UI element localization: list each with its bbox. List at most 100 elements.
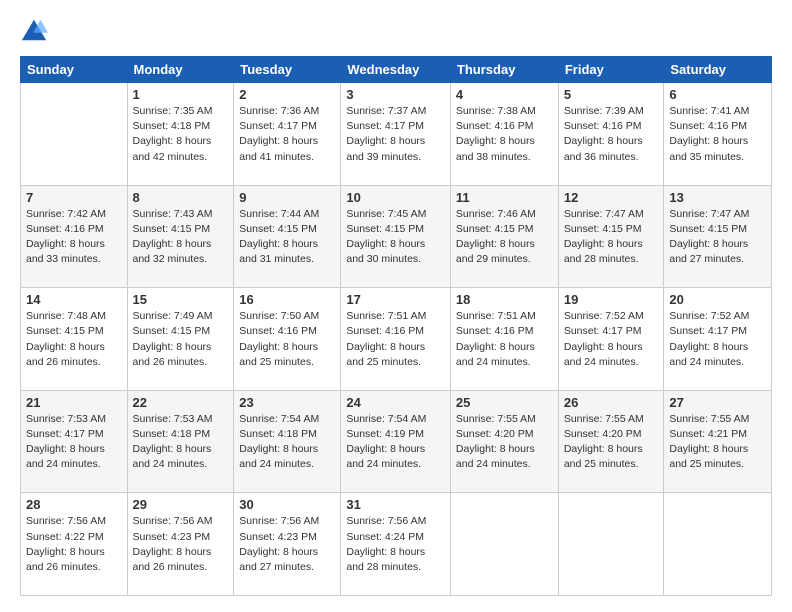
calendar-cell: 8 Sunrise: 7:43 AM Sunset: 4:15 PM Daylig… xyxy=(127,185,234,288)
calendar-week-row: 7 Sunrise: 7:42 AM Sunset: 4:16 PM Daylig… xyxy=(21,185,772,288)
calendar-week-row: 21 Sunrise: 7:53 AM Sunset: 4:17 PM Dayli… xyxy=(21,390,772,493)
weekday-header-sunday: Sunday xyxy=(21,57,128,83)
page: SundayMondayTuesdayWednesdayThursdayFrid… xyxy=(0,0,792,612)
day-number: 6 xyxy=(669,87,766,102)
calendar-cell: 2 Sunrise: 7:36 AM Sunset: 4:17 PM Daylig… xyxy=(234,83,341,186)
day-number: 12 xyxy=(564,190,659,205)
day-info: Sunrise: 7:46 AM Sunset: 4:15 PM Dayligh… xyxy=(456,207,553,268)
weekday-header-thursday: Thursday xyxy=(450,57,558,83)
calendar-cell: 19 Sunrise: 7:52 AM Sunset: 4:17 PM Dayli… xyxy=(558,288,664,391)
day-number: 9 xyxy=(239,190,335,205)
calendar-cell: 23 Sunrise: 7:54 AM Sunset: 4:18 PM Dayli… xyxy=(234,390,341,493)
day-number: 16 xyxy=(239,292,335,307)
day-number: 28 xyxy=(26,497,122,512)
day-number: 13 xyxy=(669,190,766,205)
calendar-cell: 16Sunrise: 7:50 AM Sunset: 4:16 PM Dayli… xyxy=(234,288,341,391)
day-number: 20 xyxy=(669,292,766,307)
calendar-cell: 1 Sunrise: 7:35 AM Sunset: 4:18 PM Daylig… xyxy=(127,83,234,186)
day-info: Sunrise: 7:44 AM Sunset: 4:15 PM Dayligh… xyxy=(239,207,335,268)
day-number: 29 xyxy=(133,497,229,512)
calendar-cell: 5 Sunrise: 7:39 AM Sunset: 4:16 PM Daylig… xyxy=(558,83,664,186)
calendar-cell: 24 Sunrise: 7:54 AM Sunset: 4:19 PM Dayli… xyxy=(341,390,451,493)
day-info: Sunrise: 7:52 AM Sunset: 4:17 PM Dayligh… xyxy=(564,309,659,370)
calendar-cell xyxy=(558,493,664,596)
day-number: 3 xyxy=(346,87,445,102)
calendar-cell: 20 Sunrise: 7:52 AM Sunset: 4:17 PM Dayli… xyxy=(664,288,772,391)
day-number: 15 xyxy=(133,292,229,307)
day-info: Sunrise: 7:38 AM Sunset: 4:16 PM Dayligh… xyxy=(456,104,553,165)
day-number: 18 xyxy=(456,292,553,307)
calendar-cell: 29Sunrise: 7:56 AM Sunset: 4:23 PM Dayli… xyxy=(127,493,234,596)
calendar-cell: 9 Sunrise: 7:44 AM Sunset: 4:15 PM Daylig… xyxy=(234,185,341,288)
calendar: SundayMondayTuesdayWednesdayThursdayFrid… xyxy=(20,56,772,596)
day-info: Sunrise: 7:35 AM Sunset: 4:18 PM Dayligh… xyxy=(133,104,229,165)
weekday-header-saturday: Saturday xyxy=(664,57,772,83)
day-number: 21 xyxy=(26,395,122,410)
calendar-week-row: 14 Sunrise: 7:48 AM Sunset: 4:15 PM Dayli… xyxy=(21,288,772,391)
day-info: Sunrise: 7:54 AM Sunset: 4:18 PM Dayligh… xyxy=(239,412,335,473)
weekday-header-wednesday: Wednesday xyxy=(341,57,451,83)
day-info: Sunrise: 7:42 AM Sunset: 4:16 PM Dayligh… xyxy=(26,207,122,268)
day-info: Sunrise: 7:43 AM Sunset: 4:15 PM Dayligh… xyxy=(133,207,229,268)
weekday-header-monday: Monday xyxy=(127,57,234,83)
day-info: Sunrise: 7:41 AM Sunset: 4:16 PM Dayligh… xyxy=(669,104,766,165)
day-info: Sunrise: 7:48 AM Sunset: 4:15 PM Dayligh… xyxy=(26,309,122,370)
calendar-cell: 7 Sunrise: 7:42 AM Sunset: 4:16 PM Daylig… xyxy=(21,185,128,288)
day-info: Sunrise: 7:51 AM Sunset: 4:16 PM Dayligh… xyxy=(456,309,553,370)
calendar-cell: 21 Sunrise: 7:53 AM Sunset: 4:17 PM Dayli… xyxy=(21,390,128,493)
calendar-cell: 31 Sunrise: 7:56 AM Sunset: 4:24 PM Dayli… xyxy=(341,493,451,596)
day-number: 5 xyxy=(564,87,659,102)
calendar-cell: 27Sunrise: 7:55 AM Sunset: 4:21 PM Dayli… xyxy=(664,390,772,493)
calendar-cell: 4 Sunrise: 7:38 AM Sunset: 4:16 PM Daylig… xyxy=(450,83,558,186)
day-info: Sunrise: 7:52 AM Sunset: 4:17 PM Dayligh… xyxy=(669,309,766,370)
day-number: 1 xyxy=(133,87,229,102)
logo-icon xyxy=(20,16,48,44)
day-info: Sunrise: 7:53 AM Sunset: 4:17 PM Dayligh… xyxy=(26,412,122,473)
day-number: 22 xyxy=(133,395,229,410)
header xyxy=(20,16,772,44)
day-number: 23 xyxy=(239,395,335,410)
day-info: Sunrise: 7:56 AM Sunset: 4:24 PM Dayligh… xyxy=(346,514,445,575)
day-number: 31 xyxy=(346,497,445,512)
day-number: 19 xyxy=(564,292,659,307)
day-info: Sunrise: 7:47 AM Sunset: 4:15 PM Dayligh… xyxy=(564,207,659,268)
day-number: 2 xyxy=(239,87,335,102)
calendar-cell: 11Sunrise: 7:46 AM Sunset: 4:15 PM Dayli… xyxy=(450,185,558,288)
calendar-cell: 18 Sunrise: 7:51 AM Sunset: 4:16 PM Dayli… xyxy=(450,288,558,391)
calendar-cell: 17Sunrise: 7:51 AM Sunset: 4:16 PM Dayli… xyxy=(341,288,451,391)
calendar-week-row: 28 Sunrise: 7:56 AM Sunset: 4:22 PM Dayli… xyxy=(21,493,772,596)
day-number: 14 xyxy=(26,292,122,307)
day-info: Sunrise: 7:56 AM Sunset: 4:22 PM Dayligh… xyxy=(26,514,122,575)
weekday-header-tuesday: Tuesday xyxy=(234,57,341,83)
day-number: 25 xyxy=(456,395,553,410)
day-number: 24 xyxy=(346,395,445,410)
calendar-cell: 6 Sunrise: 7:41 AM Sunset: 4:16 PM Daylig… xyxy=(664,83,772,186)
day-info: Sunrise: 7:53 AM Sunset: 4:18 PM Dayligh… xyxy=(133,412,229,473)
calendar-cell: 25Sunrise: 7:55 AM Sunset: 4:20 PM Dayli… xyxy=(450,390,558,493)
calendar-cell: 10 Sunrise: 7:45 AM Sunset: 4:15 PM Dayli… xyxy=(341,185,451,288)
day-info: Sunrise: 7:39 AM Sunset: 4:16 PM Dayligh… xyxy=(564,104,659,165)
day-info: Sunrise: 7:36 AM Sunset: 4:17 PM Dayligh… xyxy=(239,104,335,165)
weekday-header-row: SundayMondayTuesdayWednesdayThursdayFrid… xyxy=(21,57,772,83)
calendar-cell xyxy=(664,493,772,596)
calendar-cell: 22 Sunrise: 7:53 AM Sunset: 4:18 PM Dayli… xyxy=(127,390,234,493)
calendar-cell: 12 Sunrise: 7:47 AM Sunset: 4:15 PM Dayli… xyxy=(558,185,664,288)
day-number: 4 xyxy=(456,87,553,102)
day-info: Sunrise: 7:37 AM Sunset: 4:17 PM Dayligh… xyxy=(346,104,445,165)
logo xyxy=(20,16,52,44)
day-number: 10 xyxy=(346,190,445,205)
day-number: 17 xyxy=(346,292,445,307)
day-info: Sunrise: 7:47 AM Sunset: 4:15 PM Dayligh… xyxy=(669,207,766,268)
day-info: Sunrise: 7:45 AM Sunset: 4:15 PM Dayligh… xyxy=(346,207,445,268)
calendar-cell: 30Sunrise: 7:56 AM Sunset: 4:23 PM Dayli… xyxy=(234,493,341,596)
day-number: 7 xyxy=(26,190,122,205)
calendar-cell: 14 Sunrise: 7:48 AM Sunset: 4:15 PM Dayli… xyxy=(21,288,128,391)
day-number: 27 xyxy=(669,395,766,410)
calendar-cell: 28 Sunrise: 7:56 AM Sunset: 4:22 PM Dayli… xyxy=(21,493,128,596)
day-info: Sunrise: 7:55 AM Sunset: 4:20 PM Dayligh… xyxy=(564,412,659,473)
day-info: Sunrise: 7:49 AM Sunset: 4:15 PM Dayligh… xyxy=(133,309,229,370)
day-number: 8 xyxy=(133,190,229,205)
day-info: Sunrise: 7:54 AM Sunset: 4:19 PM Dayligh… xyxy=(346,412,445,473)
calendar-cell: 3 Sunrise: 7:37 AM Sunset: 4:17 PM Daylig… xyxy=(341,83,451,186)
day-number: 30 xyxy=(239,497,335,512)
